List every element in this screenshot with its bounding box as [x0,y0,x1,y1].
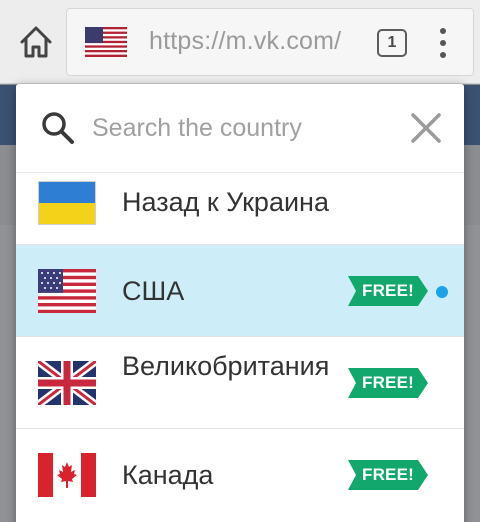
country-list: Назад к Украина США FREE! Великобритания… [16,172,464,520]
canada-flag-icon [38,453,96,497]
search-icon [42,112,74,144]
country-item-usa[interactable]: США FREE! [16,244,464,336]
country-label: Канада [122,460,214,490]
screen: https://m.vk.com/ 1 Search the country Н… [0,0,480,522]
home-icon [20,26,52,58]
url-text: https://m.vk.com/ [149,27,342,55]
us-flag-icon [85,27,127,57]
address-bar[interactable]: https://m.vk.com/ 1 [66,8,474,76]
country-label: Великобритания [122,351,330,381]
search-bar [16,84,464,172]
country-label: США [122,276,185,306]
free-badge: FREE! [348,460,428,490]
country-search-input[interactable] [92,108,392,148]
free-badge: FREE! [348,368,428,398]
uk-flag-icon [38,361,96,405]
close-icon[interactable] [408,110,444,146]
home-button[interactable] [16,22,56,62]
browser-toolbar: https://m.vk.com/ 1 [0,0,480,84]
tab-switcher-button[interactable]: 1 [377,29,407,57]
badge-text: FREE! [362,465,414,484]
badge-text: FREE! [362,281,414,300]
us-flag-icon [38,269,96,313]
free-badge: FREE! [348,276,428,306]
badge-text: FREE! [362,373,414,392]
country-item-canada[interactable]: Канада FREE! [16,428,464,520]
country-item-uk[interactable]: Великобритания FREE! [16,336,464,428]
country-label: Назад к Украина [122,187,329,217]
selected-indicator-dot [436,286,448,298]
country-picker-dialog: Назад к Украина [16,84,464,522]
overflow-menu-icon[interactable] [435,26,451,60]
country-item-ukraine[interactable]: Назад к Украина [16,172,464,244]
ukraine-flag-icon [38,181,96,225]
